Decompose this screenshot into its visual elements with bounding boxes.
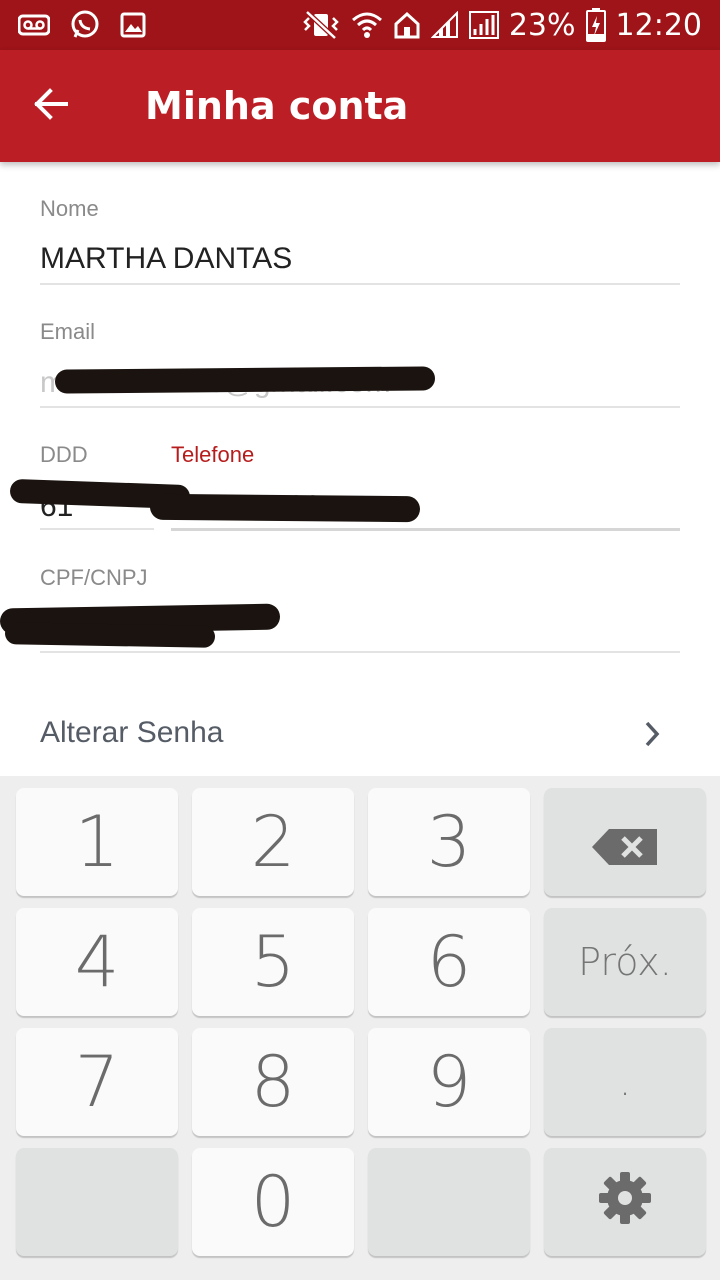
dot-key[interactable]: . [544, 1028, 706, 1136]
alterar-senha-label: Alterar Senha [40, 716, 224, 749]
settings-key[interactable] [544, 1148, 706, 1256]
battery-percent: 23% [508, 7, 576, 43]
numeric-keyboard: 1 2 3 4 5 6 Próx. 7 8 9 . 0 [0, 776, 720, 1280]
whatsapp-icon [70, 10, 100, 40]
gear-icon [597, 1161, 653, 1243]
email-underline [40, 406, 680, 408]
clock: 12:20 [615, 7, 702, 43]
chevron-right-icon [642, 718, 662, 755]
home-icon [393, 11, 421, 39]
signal-icon [468, 11, 499, 39]
nome-label: Nome [40, 196, 99, 221]
back-button[interactable] [22, 78, 78, 134]
redaction-mark [4, 622, 216, 648]
arrow-left-icon [32, 87, 68, 125]
telefone-underline [171, 528, 680, 531]
alterar-senha-row[interactable]: Alterar Senha [0, 700, 720, 770]
nome-underline [40, 283, 680, 285]
backspace-icon [591, 801, 659, 883]
key-7[interactable]: 7 [16, 1028, 178, 1136]
telefone-label: Telefone [171, 442, 255, 467]
key-5[interactable]: 5 [192, 908, 354, 1016]
signal-icon [430, 11, 459, 39]
key-8[interactable]: 8 [192, 1028, 354, 1136]
redaction-mark [149, 493, 421, 523]
key-4[interactable]: 4 [16, 908, 178, 1016]
gallery-icon [120, 12, 146, 38]
key-6[interactable]: 6 [368, 908, 530, 1016]
key-3[interactable]: 3 [368, 788, 530, 896]
key-1[interactable]: 1 [16, 788, 178, 896]
battery-charging-icon [585, 8, 606, 42]
key-2[interactable]: 2 [192, 788, 354, 896]
email-label: Email [40, 319, 96, 344]
blank-key [16, 1148, 178, 1256]
backspace-key[interactable] [544, 788, 706, 896]
cpf-underline [40, 651, 680, 653]
vibrate-mute-icon [301, 10, 341, 40]
voicemail-icon [18, 14, 50, 36]
redaction-mark [54, 366, 436, 394]
key-9[interactable]: 9 [368, 1028, 530, 1136]
ddd-label: DDD [40, 442, 88, 467]
key-0[interactable]: 0 [192, 1148, 354, 1256]
wifi-icon [351, 10, 383, 40]
app-bar: Minha conta [0, 50, 720, 162]
nome-field[interactable]: MARTHA DANTAS [40, 242, 680, 276]
next-key[interactable]: Próx. [544, 908, 706, 1016]
blank-key [368, 1148, 530, 1256]
page-title: Minha conta [145, 84, 409, 128]
cpf-label: CPF/CNPJ [40, 565, 148, 590]
ddd-underline [40, 528, 154, 530]
status-bar: 23% 12:20 [0, 0, 720, 50]
